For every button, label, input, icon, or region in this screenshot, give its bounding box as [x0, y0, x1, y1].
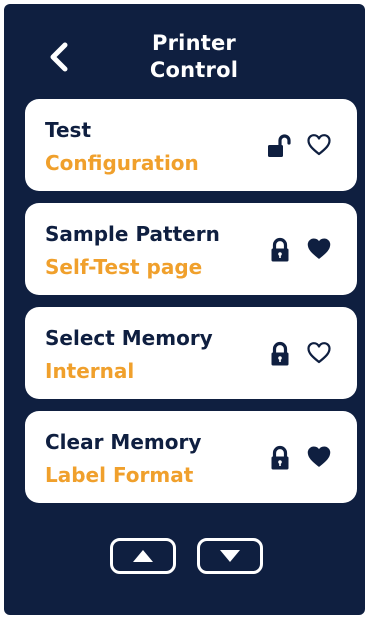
item-subtitle: Configuration — [45, 151, 199, 175]
list-item-select-memory[interactable]: Select Memory Internal — [25, 307, 357, 399]
list-item-clear-memory[interactable]: Clear Memory Label Format — [25, 411, 357, 503]
chevron-left-icon — [50, 42, 68, 72]
item-subtitle: Label Format — [45, 463, 194, 487]
triangle-up-icon — [133, 550, 153, 562]
page-title-line2: Control — [149, 58, 239, 82]
heart-outline-icon[interactable] — [306, 132, 332, 158]
heart-outline-icon[interactable] — [306, 340, 332, 366]
item-subtitle: Internal — [45, 359, 135, 383]
scroll-down-button[interactable] — [197, 538, 263, 574]
lock-closed-icon — [271, 341, 289, 366]
list-item-test[interactable]: Test Configuration — [25, 99, 357, 191]
heart-filled-icon[interactable] — [306, 444, 332, 470]
page-title: Printer Control — [114, 30, 274, 84]
triangle-down-icon — [220, 550, 240, 562]
lock-closed-icon — [271, 237, 289, 262]
back-button[interactable] — [42, 38, 82, 78]
item-title: Test — [45, 118, 92, 142]
list-item-sample-pattern[interactable]: Sample Pattern Self-Test page — [25, 203, 357, 295]
scroll-up-button[interactable] — [110, 538, 176, 574]
lock-open-icon — [268, 134, 291, 157]
lock-closed-icon — [271, 445, 289, 470]
item-title: Select Memory — [45, 326, 213, 350]
heart-filled-icon[interactable] — [306, 236, 332, 262]
item-title: Sample Pattern — [45, 222, 220, 246]
printer-control-screen: Printer Control Test Configuration Sampl… — [4, 4, 365, 615]
page-title-line1: Printer — [152, 31, 236, 55]
item-title: Clear Memory — [45, 430, 202, 454]
item-subtitle: Self-Test page — [45, 255, 203, 279]
